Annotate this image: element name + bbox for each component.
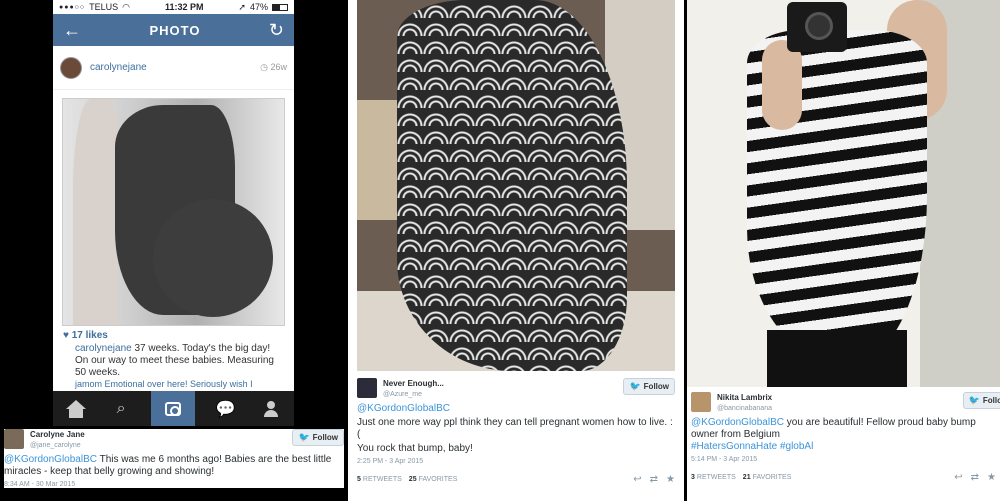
tweet-text: @KGordonGlobalBC This was me 6 months ag… [4,454,332,477]
follow-button[interactable]: 🐦 Follow [623,378,675,395]
tweet-avatar[interactable] [357,378,377,398]
tweet-stats: 3 RETWEETS 21 FAVORITES ↩ ⇄ ★ [691,472,996,483]
post-caption: carolynejane 37 weeks. Today's the big d… [53,341,294,379]
refresh-icon[interactable]: ↻ [269,21,284,39]
instagram-header: ← PHOTO ↻ [53,14,294,46]
retweet-count[interactable]: 5 [357,476,361,483]
tweet-avatar[interactable] [4,429,24,449]
tweet-card: Carolyne Jane @jane_carolyne 🐦 Follow @KG… [4,429,344,488]
follow-button[interactable]: 🐦 Follow [292,429,344,446]
tweet-photo[interactable] [687,0,1000,387]
clock-icon: ◷ [260,62,268,72]
favorite-count[interactable]: 25 [409,476,417,483]
tweet-timestamp[interactable]: 2:25 PM - 3 Apr 2015 [357,458,675,465]
post-age: ◷ 26w [260,62,287,72]
favorite-icon[interactable]: ★ [666,474,675,485]
tweet-author-name[interactable]: Carolyne Jane [30,429,85,440]
favorite-count[interactable]: 21 [743,474,751,481]
phone-screenshot: ●●●○○ TELUS ◠ 11:32 PM ➚ 47% ← PHOTO ↻ c… [53,0,294,426]
home-icon[interactable] [61,394,91,424]
tweet-avatar[interactable] [691,392,711,412]
camera-icon[interactable] [151,391,196,426]
caption-username[interactable]: carolynejane [75,343,132,354]
tweet-photo[interactable] [357,0,675,371]
header-title: PHOTO [149,22,201,38]
tweet-author-handle[interactable]: @bancinabanana [717,403,772,414]
tweet-card: Nikita Lambrix @bancinabanana 🐦 Follo @KG… [691,392,1000,483]
likes-count[interactable]: ♥ 17 likes [53,326,294,341]
collage-panel-tweet-2: Never Enough... @Azure_me 🐦 Follow @KGord… [348,0,684,501]
twitter-bird-icon: 🐦 [298,432,310,442]
tweet-mention[interactable]: @KGordonGlobalBC [691,417,784,428]
tweet-hashtags[interactable]: #HatersGonnaHate #globAl [691,441,813,452]
tweet-card: Never Enough... @Azure_me 🐦 Follow @KGord… [357,378,675,485]
comment-icon[interactable]: 💬 [211,394,241,424]
status-time: 11:32 PM [164,2,204,12]
tweet-text: @KGordonGlobalBC you are beautiful! Fell… [691,417,976,452]
wifi-icon: ◠ [122,1,131,12]
battery-icon [271,3,288,11]
post-header: carolynejane ◷ 26w [53,46,294,90]
collage-panel-tweet-3: Nikita Lambrix @bancinabanana 🐦 Follo @KG… [687,0,1000,501]
back-arrow-icon[interactable]: ← [63,21,81,39]
tweet-author-name[interactable]: Nikita Lambrix [717,392,772,403]
retweet-icon[interactable]: ⇄ [650,474,658,485]
search-icon[interactable]: ⌕ [106,394,136,424]
retweet-count[interactable]: 3 [691,474,695,481]
tweet-author-name[interactable]: Never Enough... [383,378,444,389]
tweet-author-handle[interactable]: @jane_carolyne [30,440,85,451]
favorite-icon[interactable]: ★ [987,472,996,483]
profile-icon[interactable] [256,394,286,424]
tab-bar: ⌕ 💬 [53,391,294,426]
twitter-bird-icon: 🐦 [629,381,641,391]
follow-button[interactable]: 🐦 Follo [962,392,1000,409]
retweet-icon[interactable]: ⇄ [971,472,979,483]
carrier-label: TELUS [89,2,119,12]
reply-icon[interactable]: ↩ [633,474,641,485]
tweet-stats: 5 RETWEETS 25 FAVORITES ↩ ⇄ ★ [357,474,675,485]
post-username[interactable]: carolynejane [90,62,147,73]
post-photo[interactable] [62,98,285,326]
tweet-timestamp[interactable]: 8:34 AM - 30 Mar 2015 [4,481,344,488]
tweet-text: @KGordonGlobalBC Just one more way ppl t… [357,403,673,454]
twitter-bird-icon: 🐦 [968,395,980,405]
signal-icon: ●●●○○ [59,3,86,11]
collage-panel-instagram: ●●●○○ TELUS ◠ 11:32 PM ➚ 47% ← PHOTO ↻ c… [0,0,346,501]
comment-preview: jamom Emotional over here! Seriously wis… [75,379,253,389]
avatar[interactable] [60,56,82,79]
location-icon: ➚ [238,1,246,12]
reply-icon[interactable]: ↩ [954,472,962,483]
tweet-timestamp[interactable]: 5:14 PM - 3 Apr 2015 [691,456,1000,463]
status-bar: ●●●○○ TELUS ◠ 11:32 PM ➚ 47% [53,0,294,14]
battery-percent: 47% [249,2,268,12]
tweet-mention[interactable]: @KGordonGlobalBC [357,403,450,414]
tweet-mention[interactable]: @KGordonGlobalBC [4,454,97,465]
tweet-author-handle[interactable]: @Azure_me [383,389,444,400]
